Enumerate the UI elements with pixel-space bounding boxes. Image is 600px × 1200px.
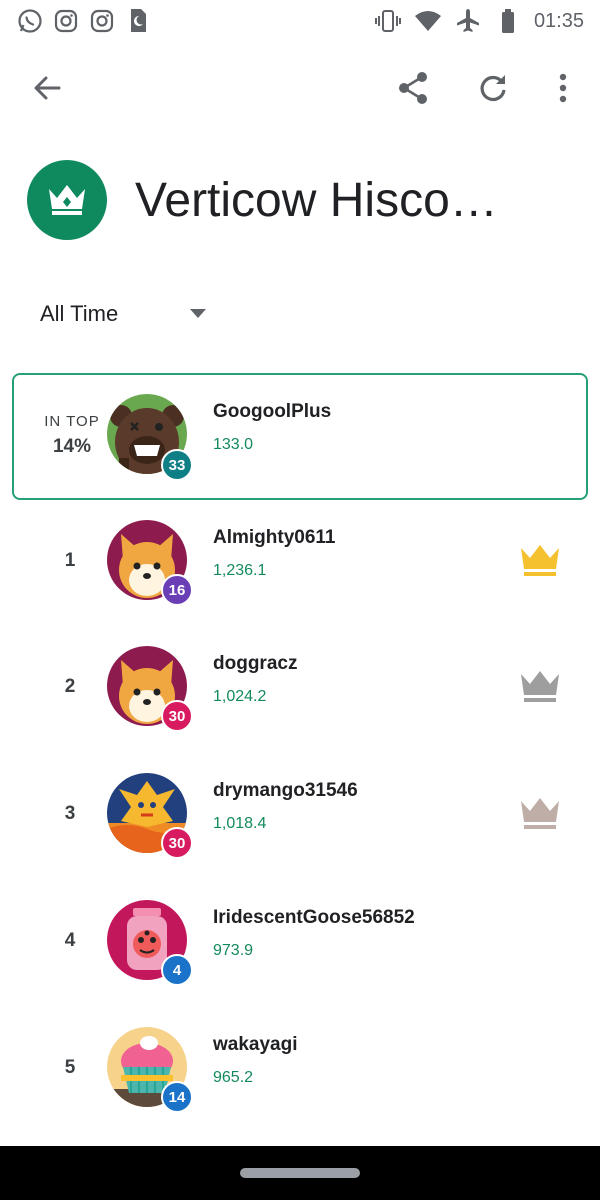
bronze-crown-icon xyxy=(519,795,561,831)
rank-number: 5 xyxy=(64,1057,76,1078)
gold-crown-icon xyxy=(519,542,561,578)
status-bar: 01:35 xyxy=(0,0,600,44)
leaderboard-header: Verticow Hisco… xyxy=(27,160,498,240)
time-filter-label: All Time xyxy=(40,301,119,326)
player-rank: IN TOP 14% xyxy=(40,413,104,458)
player-score: 1,018.4 xyxy=(213,815,267,832)
more-vert-icon[interactable] xyxy=(543,68,583,108)
level-badge: 14 xyxy=(161,1081,193,1113)
level-badge: 4 xyxy=(161,954,193,986)
level-number: 16 xyxy=(168,581,186,599)
level-number: 30 xyxy=(168,834,186,852)
player-name: GoogoolPlus xyxy=(213,401,332,422)
instagram-icon xyxy=(52,7,80,35)
refresh-icon[interactable] xyxy=(473,68,513,108)
home-gesture-handle[interactable] xyxy=(240,1168,360,1178)
navigation-bar xyxy=(0,1146,600,1200)
level-badge: 16 xyxy=(161,574,193,606)
crown-icon xyxy=(27,160,107,240)
player-name: IridescentGoose56852 xyxy=(213,907,415,928)
level-number: 14 xyxy=(168,1088,186,1106)
rank-percent: 14% xyxy=(52,436,92,457)
page-title: Verticow Hisco… xyxy=(135,173,498,227)
player-rank-card[interactable]: IN TOP 14% 33 GoogoolPlus 133.0 xyxy=(12,373,588,500)
instagram-icon xyxy=(88,7,116,35)
status-time: 01:35 xyxy=(533,9,584,32)
rank-number: 1 xyxy=(64,550,76,571)
leaderboard-row[interactable]: 4 4 IridescentGoose56852 973.9 xyxy=(0,880,600,1006)
level-number: 33 xyxy=(168,456,186,474)
player-score: 973.9 xyxy=(213,942,254,959)
player-score: 1,024.2 xyxy=(213,688,267,705)
player-name: doggracz xyxy=(213,653,298,674)
battery-icon xyxy=(494,7,522,35)
rank-number: 4 xyxy=(64,930,76,951)
player-name: drymango31546 xyxy=(213,780,358,801)
whatsapp-icon xyxy=(16,7,44,35)
app-bar xyxy=(0,58,600,118)
rank-label: IN TOP xyxy=(44,413,100,430)
rank-number: 3 xyxy=(64,803,76,824)
level-badge: 30 xyxy=(161,827,193,859)
player-score: 133.0 xyxy=(213,436,254,453)
silver-crown-icon xyxy=(519,668,561,704)
leaderboard-row[interactable]: 2 30 doggracz 1,024.2 xyxy=(0,626,600,752)
wifi-icon xyxy=(414,7,442,35)
leaderboard-row[interactable]: 5 14 wakayagi 965.2 xyxy=(0,1007,600,1133)
vibrate-icon xyxy=(374,7,402,35)
arrow-back-icon[interactable] xyxy=(27,68,67,108)
leaderboard-row[interactable]: 1 16 Almighty0611 1,236.1 xyxy=(0,500,600,626)
player-name: Almighty0611 xyxy=(213,527,336,548)
level-badge: 33 xyxy=(161,449,193,481)
share-icon[interactable] xyxy=(393,68,433,108)
airplane-icon xyxy=(454,7,482,35)
level-badge: 30 xyxy=(161,700,193,732)
player-score: 965.2 xyxy=(213,1069,254,1086)
level-number: 30 xyxy=(168,707,186,725)
time-filter-dropdown[interactable]: All Time xyxy=(40,292,220,336)
rank-number: 2 xyxy=(64,676,76,697)
level-number: 4 xyxy=(172,961,182,979)
dropdown-arrow-icon xyxy=(190,309,206,318)
sim-card-icon xyxy=(124,7,152,35)
leaderboard-row[interactable]: 3 30 drymango31546 1,018.4 xyxy=(0,753,600,879)
player-score: 1,236.1 xyxy=(213,562,267,579)
player-name: wakayagi xyxy=(213,1034,298,1055)
